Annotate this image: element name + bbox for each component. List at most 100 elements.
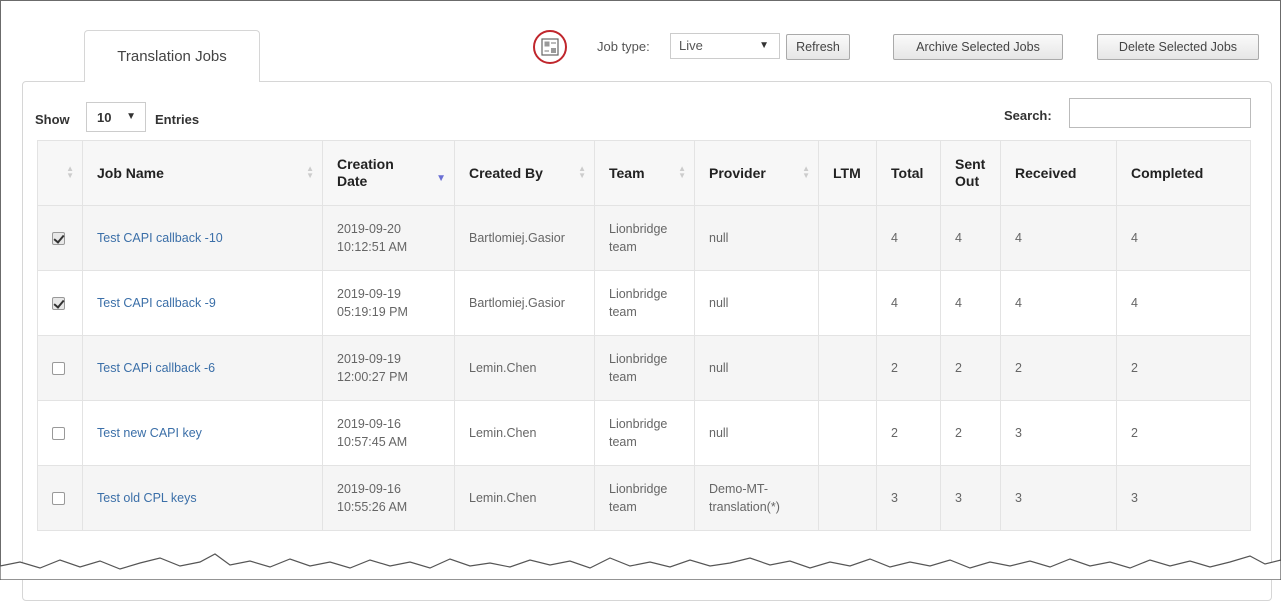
provider: null: [709, 361, 729, 375]
entries-label: Entries: [155, 112, 200, 127]
completed: 4: [1131, 296, 1138, 310]
completed: 2: [1131, 426, 1138, 440]
table-row: Test CAPi callback -6 2019-09-19 12:00:27…: [37, 335, 1251, 401]
provider: null: [709, 296, 729, 310]
job-name-link[interactable]: Test CAPi callback -6: [97, 361, 215, 375]
search-input[interactable]: [1069, 98, 1251, 128]
column-header-total[interactable]: Total: [876, 140, 941, 206]
creation-date: 2019-09-16: [337, 417, 401, 431]
job-name-link[interactable]: Test new CAPI key: [97, 426, 202, 440]
creation-time: 10:12:51 AM: [337, 240, 408, 254]
team: Lionbridge: [609, 222, 668, 236]
total: 4: [891, 296, 898, 310]
creation-date: 2019-09-20: [337, 222, 401, 236]
creation-time: 10:55:26 AM: [337, 500, 408, 514]
creation-time: 10:57:45 AM: [337, 435, 408, 449]
tab-label: Translation Jobs: [117, 48, 227, 65]
row-checkbox[interactable]: [52, 427, 65, 441]
team: Lionbridge: [609, 352, 668, 366]
sent-out: 3: [955, 491, 962, 505]
caret-down-icon: ▼: [126, 111, 136, 122]
table-row: Test new CAPI key 2019-09-16 10:57:45 AM …: [37, 400, 1251, 466]
sort-icon: ▲ ▼: [802, 164, 810, 180]
team: Lionbridge: [609, 417, 668, 431]
creation-time: 12:00:27 PM: [337, 370, 408, 384]
column-header-provider[interactable]: Provider ▲ ▼: [694, 140, 819, 206]
team: team: [609, 370, 637, 384]
job-type-select[interactable]: Live ▼: [670, 33, 780, 59]
row-checkbox[interactable]: [52, 232, 65, 246]
column-header-ltm[interactable]: LTM: [818, 140, 877, 206]
column-header-job-name[interactable]: Job Name ▲ ▼: [82, 140, 323, 206]
received: 4: [1015, 296, 1022, 310]
refresh-button[interactable]: Refresh: [786, 34, 850, 60]
sort-icon: ▲ ▼: [306, 164, 314, 180]
completed: 3: [1131, 491, 1138, 505]
column-header-sent-out[interactable]: Sent Out: [940, 140, 1001, 206]
job-name-link[interactable]: Test old CPL keys: [97, 491, 197, 505]
sent-out: 4: [955, 231, 962, 245]
received: 3: [1015, 491, 1022, 505]
job-type-label: Job type:: [597, 39, 650, 54]
sort-descending-icon: ▼: [436, 173, 446, 184]
layout-toggle-icon[interactable]: [533, 30, 567, 64]
job-name-link[interactable]: Test CAPI callback -9: [97, 296, 216, 310]
column-header-completed[interactable]: Completed: [1116, 140, 1251, 206]
table-header-row: ▲ ▼ Job Name ▲ ▼ Creation Date ▼ Created By ▲ ▼…: [37, 140, 1251, 206]
received: 2: [1015, 361, 1022, 375]
team: team: [609, 500, 637, 514]
delete-selected-jobs-button[interactable]: Delete Selected Jobs: [1097, 34, 1259, 60]
row-checkbox[interactable]: [52, 297, 65, 311]
search-label: Search:: [1004, 108, 1052, 123]
provider: null: [709, 426, 729, 440]
column-header-creation-date[interactable]: Creation Date ▼: [322, 140, 455, 206]
torn-edge: [0, 553, 1281, 580]
table-row: Test CAPI callback -9 2019-09-19 05:19:19…: [37, 270, 1251, 336]
team: team: [609, 305, 637, 319]
job-name-link[interactable]: Test CAPI callback -10: [97, 231, 223, 245]
sent-out: 2: [955, 361, 962, 375]
entries-value: 10: [97, 110, 112, 125]
created-by: Lemin.Chen: [469, 426, 537, 440]
job-type-value: Live: [679, 38, 703, 53]
creation-date: 2019-09-19: [337, 287, 401, 301]
total: 4: [891, 231, 898, 245]
tab-translation-jobs[interactable]: Translation Jobs: [84, 30, 260, 82]
creation-date: 2019-09-19: [337, 352, 401, 366]
received: 4: [1015, 231, 1022, 245]
team: Lionbridge: [609, 482, 668, 496]
total: 3: [891, 491, 898, 505]
received: 3: [1015, 426, 1022, 440]
archive-selected-jobs-button[interactable]: Archive Selected Jobs: [893, 34, 1063, 60]
sent-out: 4: [955, 296, 962, 310]
table-row: Test old CPL keys 2019-09-16 10:55:26 AM …: [37, 465, 1251, 531]
created-by: Bartlomiej.Gasior: [469, 231, 565, 245]
total: 2: [891, 361, 898, 375]
column-header-select[interactable]: ▲ ▼: [37, 140, 83, 206]
table-row: Test CAPI callback -10 2019-09-20 10:12:5…: [37, 205, 1251, 271]
jobs-table: ▲ ▼ Job Name ▲ ▼ Creation Date ▼ Created By ▲ ▼…: [37, 140, 1251, 531]
completed: 2: [1131, 361, 1138, 375]
team: Lionbridge: [609, 287, 668, 301]
team: team: [609, 240, 637, 254]
column-header-created-by[interactable]: Created By ▲ ▼: [454, 140, 595, 206]
row-checkbox[interactable]: [52, 492, 65, 506]
created-by: Lemin.Chen: [469, 491, 537, 505]
entries-select[interactable]: 10 ▼: [86, 102, 146, 132]
caret-down-icon: ▼: [759, 40, 769, 51]
creation-date: 2019-09-16: [337, 482, 401, 496]
show-label: Show: [35, 112, 70, 127]
sent-out: 2: [955, 426, 962, 440]
completed: 4: [1131, 231, 1138, 245]
provider: translation(*): [709, 500, 780, 514]
column-header-team[interactable]: Team ▲ ▼: [594, 140, 695, 206]
provider: Demo-MT-: [709, 482, 769, 496]
sort-icon: ▲ ▼: [678, 164, 686, 180]
total: 2: [891, 426, 898, 440]
provider: null: [709, 231, 729, 245]
row-checkbox[interactable]: [52, 362, 65, 376]
creation-time: 05:19:19 PM: [337, 305, 408, 319]
created-by: Bartlomiej.Gasior: [469, 296, 565, 310]
created-by: Lemin.Chen: [469, 361, 537, 375]
column-header-received[interactable]: Received: [1000, 140, 1117, 206]
